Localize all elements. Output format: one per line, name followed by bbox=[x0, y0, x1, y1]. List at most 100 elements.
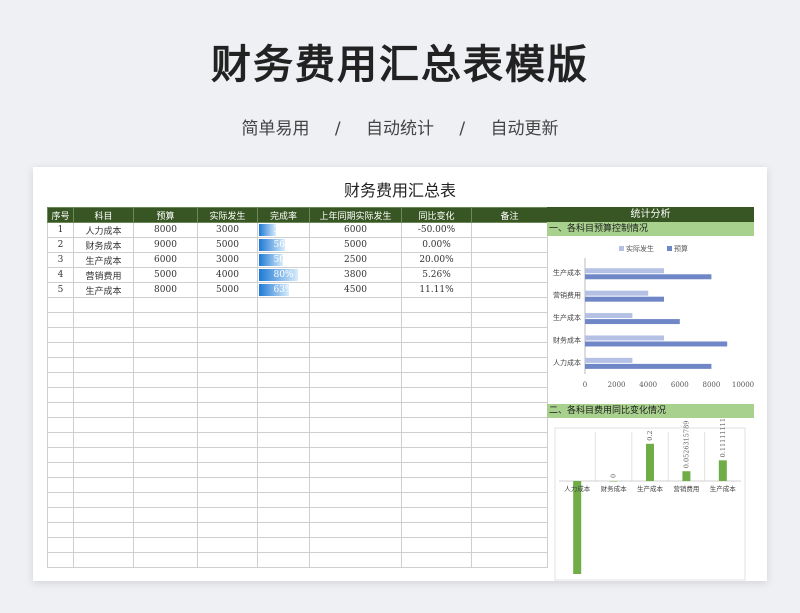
empty-cell[interactable] bbox=[73, 492, 134, 508]
empty-cell[interactable] bbox=[471, 477, 548, 493]
empty-cell[interactable] bbox=[47, 342, 74, 358]
empty-cell[interactable] bbox=[401, 507, 472, 523]
empty-cell[interactable] bbox=[133, 522, 198, 538]
empty-cell[interactable] bbox=[401, 432, 472, 448]
empty-cell[interactable] bbox=[133, 477, 198, 493]
table-cell-actual[interactable]: 5000 bbox=[197, 282, 258, 298]
table-cell-no[interactable]: 5 bbox=[47, 282, 74, 298]
empty-cell[interactable] bbox=[401, 552, 472, 568]
table-cell-no[interactable]: 1 bbox=[47, 222, 74, 238]
empty-cell[interactable] bbox=[47, 447, 74, 463]
empty-cell[interactable] bbox=[73, 477, 134, 493]
empty-cell[interactable] bbox=[471, 357, 548, 373]
table-cell-last-year[interactable]: 3800 bbox=[309, 267, 402, 283]
completion-rate-cell[interactable]: 56% bbox=[257, 237, 310, 253]
table-cell-budget[interactable]: 5000 bbox=[133, 267, 198, 283]
table-cell-actual[interactable]: 4000 bbox=[197, 267, 258, 283]
empty-cell[interactable] bbox=[257, 462, 310, 478]
table-cell-actual[interactable]: 3000 bbox=[197, 222, 258, 238]
empty-cell[interactable] bbox=[401, 537, 472, 553]
empty-cell[interactable] bbox=[133, 297, 198, 313]
empty-cell[interactable] bbox=[133, 327, 198, 343]
empty-cell[interactable] bbox=[257, 522, 310, 538]
empty-cell[interactable] bbox=[73, 357, 134, 373]
empty-cell[interactable] bbox=[47, 387, 74, 403]
table-cell-actual[interactable]: 3000 bbox=[197, 252, 258, 268]
empty-cell[interactable] bbox=[257, 387, 310, 403]
table-cell-yoy[interactable]: 11.11% bbox=[401, 282, 472, 298]
column-header[interactable]: 完成率 bbox=[257, 207, 310, 223]
empty-cell[interactable] bbox=[47, 552, 74, 568]
empty-cell[interactable] bbox=[309, 447, 402, 463]
empty-cell[interactable] bbox=[309, 507, 402, 523]
empty-cell[interactable] bbox=[73, 297, 134, 313]
table-cell-note[interactable] bbox=[471, 267, 548, 283]
empty-cell[interactable] bbox=[257, 417, 310, 433]
empty-cell[interactable] bbox=[47, 402, 74, 418]
empty-cell[interactable] bbox=[197, 387, 258, 403]
table-cell-no[interactable]: 3 bbox=[47, 252, 74, 268]
empty-cell[interactable] bbox=[47, 477, 74, 493]
column-header[interactable]: 备注 bbox=[471, 207, 548, 223]
empty-cell[interactable] bbox=[471, 402, 548, 418]
empty-cell[interactable] bbox=[133, 417, 198, 433]
empty-cell[interactable] bbox=[73, 312, 134, 328]
column-header[interactable]: 序号 bbox=[47, 207, 74, 223]
empty-cell[interactable] bbox=[257, 402, 310, 418]
empty-cell[interactable] bbox=[197, 537, 258, 553]
table-cell-budget[interactable]: 6000 bbox=[133, 252, 198, 268]
empty-cell[interactable] bbox=[133, 552, 198, 568]
empty-cell[interactable] bbox=[73, 372, 134, 388]
empty-cell[interactable] bbox=[73, 342, 134, 358]
table-cell-item[interactable]: 财务成本 bbox=[73, 237, 134, 253]
empty-cell[interactable] bbox=[309, 357, 402, 373]
table-cell-note[interactable] bbox=[471, 237, 548, 253]
empty-cell[interactable] bbox=[47, 507, 74, 523]
table-cell-no[interactable]: 4 bbox=[47, 267, 74, 283]
empty-cell[interactable] bbox=[197, 447, 258, 463]
empty-cell[interactable] bbox=[73, 537, 134, 553]
empty-cell[interactable] bbox=[401, 387, 472, 403]
empty-cell[interactable] bbox=[471, 417, 548, 433]
table-cell-budget[interactable]: 8000 bbox=[133, 222, 198, 238]
empty-cell[interactable] bbox=[47, 297, 74, 313]
empty-cell[interactable] bbox=[309, 462, 402, 478]
empty-cell[interactable] bbox=[133, 462, 198, 478]
empty-cell[interactable] bbox=[401, 402, 472, 418]
empty-cell[interactable] bbox=[309, 537, 402, 553]
table-cell-last-year[interactable]: 6000 bbox=[309, 222, 402, 238]
empty-cell[interactable] bbox=[133, 357, 198, 373]
empty-cell[interactable] bbox=[401, 522, 472, 538]
empty-cell[interactable] bbox=[73, 432, 134, 448]
empty-cell[interactable] bbox=[197, 522, 258, 538]
empty-cell[interactable] bbox=[401, 462, 472, 478]
empty-cell[interactable] bbox=[257, 297, 310, 313]
empty-cell[interactable] bbox=[401, 342, 472, 358]
table-cell-last-year[interactable]: 5000 bbox=[309, 237, 402, 253]
empty-cell[interactable] bbox=[401, 297, 472, 313]
empty-cell[interactable] bbox=[309, 372, 402, 388]
empty-cell[interactable] bbox=[197, 417, 258, 433]
table-cell-budget[interactable]: 9000 bbox=[133, 237, 198, 253]
table-cell-item[interactable]: 生产成本 bbox=[73, 252, 134, 268]
empty-cell[interactable] bbox=[73, 507, 134, 523]
empty-cell[interactable] bbox=[197, 432, 258, 448]
empty-cell[interactable] bbox=[471, 522, 548, 538]
empty-cell[interactable] bbox=[257, 432, 310, 448]
empty-cell[interactable] bbox=[133, 507, 198, 523]
column-header[interactable]: 同比变化 bbox=[401, 207, 472, 223]
table-cell-yoy[interactable]: -50.00% bbox=[401, 222, 472, 238]
table-cell-no[interactable]: 2 bbox=[47, 237, 74, 253]
empty-cell[interactable] bbox=[401, 357, 472, 373]
empty-cell[interactable] bbox=[257, 492, 310, 508]
empty-cell[interactable] bbox=[257, 372, 310, 388]
empty-cell[interactable] bbox=[471, 327, 548, 343]
table-cell-actual[interactable]: 5000 bbox=[197, 237, 258, 253]
column-header[interactable]: 上年同期实际发生 bbox=[309, 207, 402, 223]
empty-cell[interactable] bbox=[309, 312, 402, 328]
table-cell-note[interactable] bbox=[471, 222, 548, 238]
empty-cell[interactable] bbox=[309, 327, 402, 343]
empty-cell[interactable] bbox=[471, 447, 548, 463]
empty-cell[interactable] bbox=[73, 417, 134, 433]
empty-cell[interactable] bbox=[401, 492, 472, 508]
